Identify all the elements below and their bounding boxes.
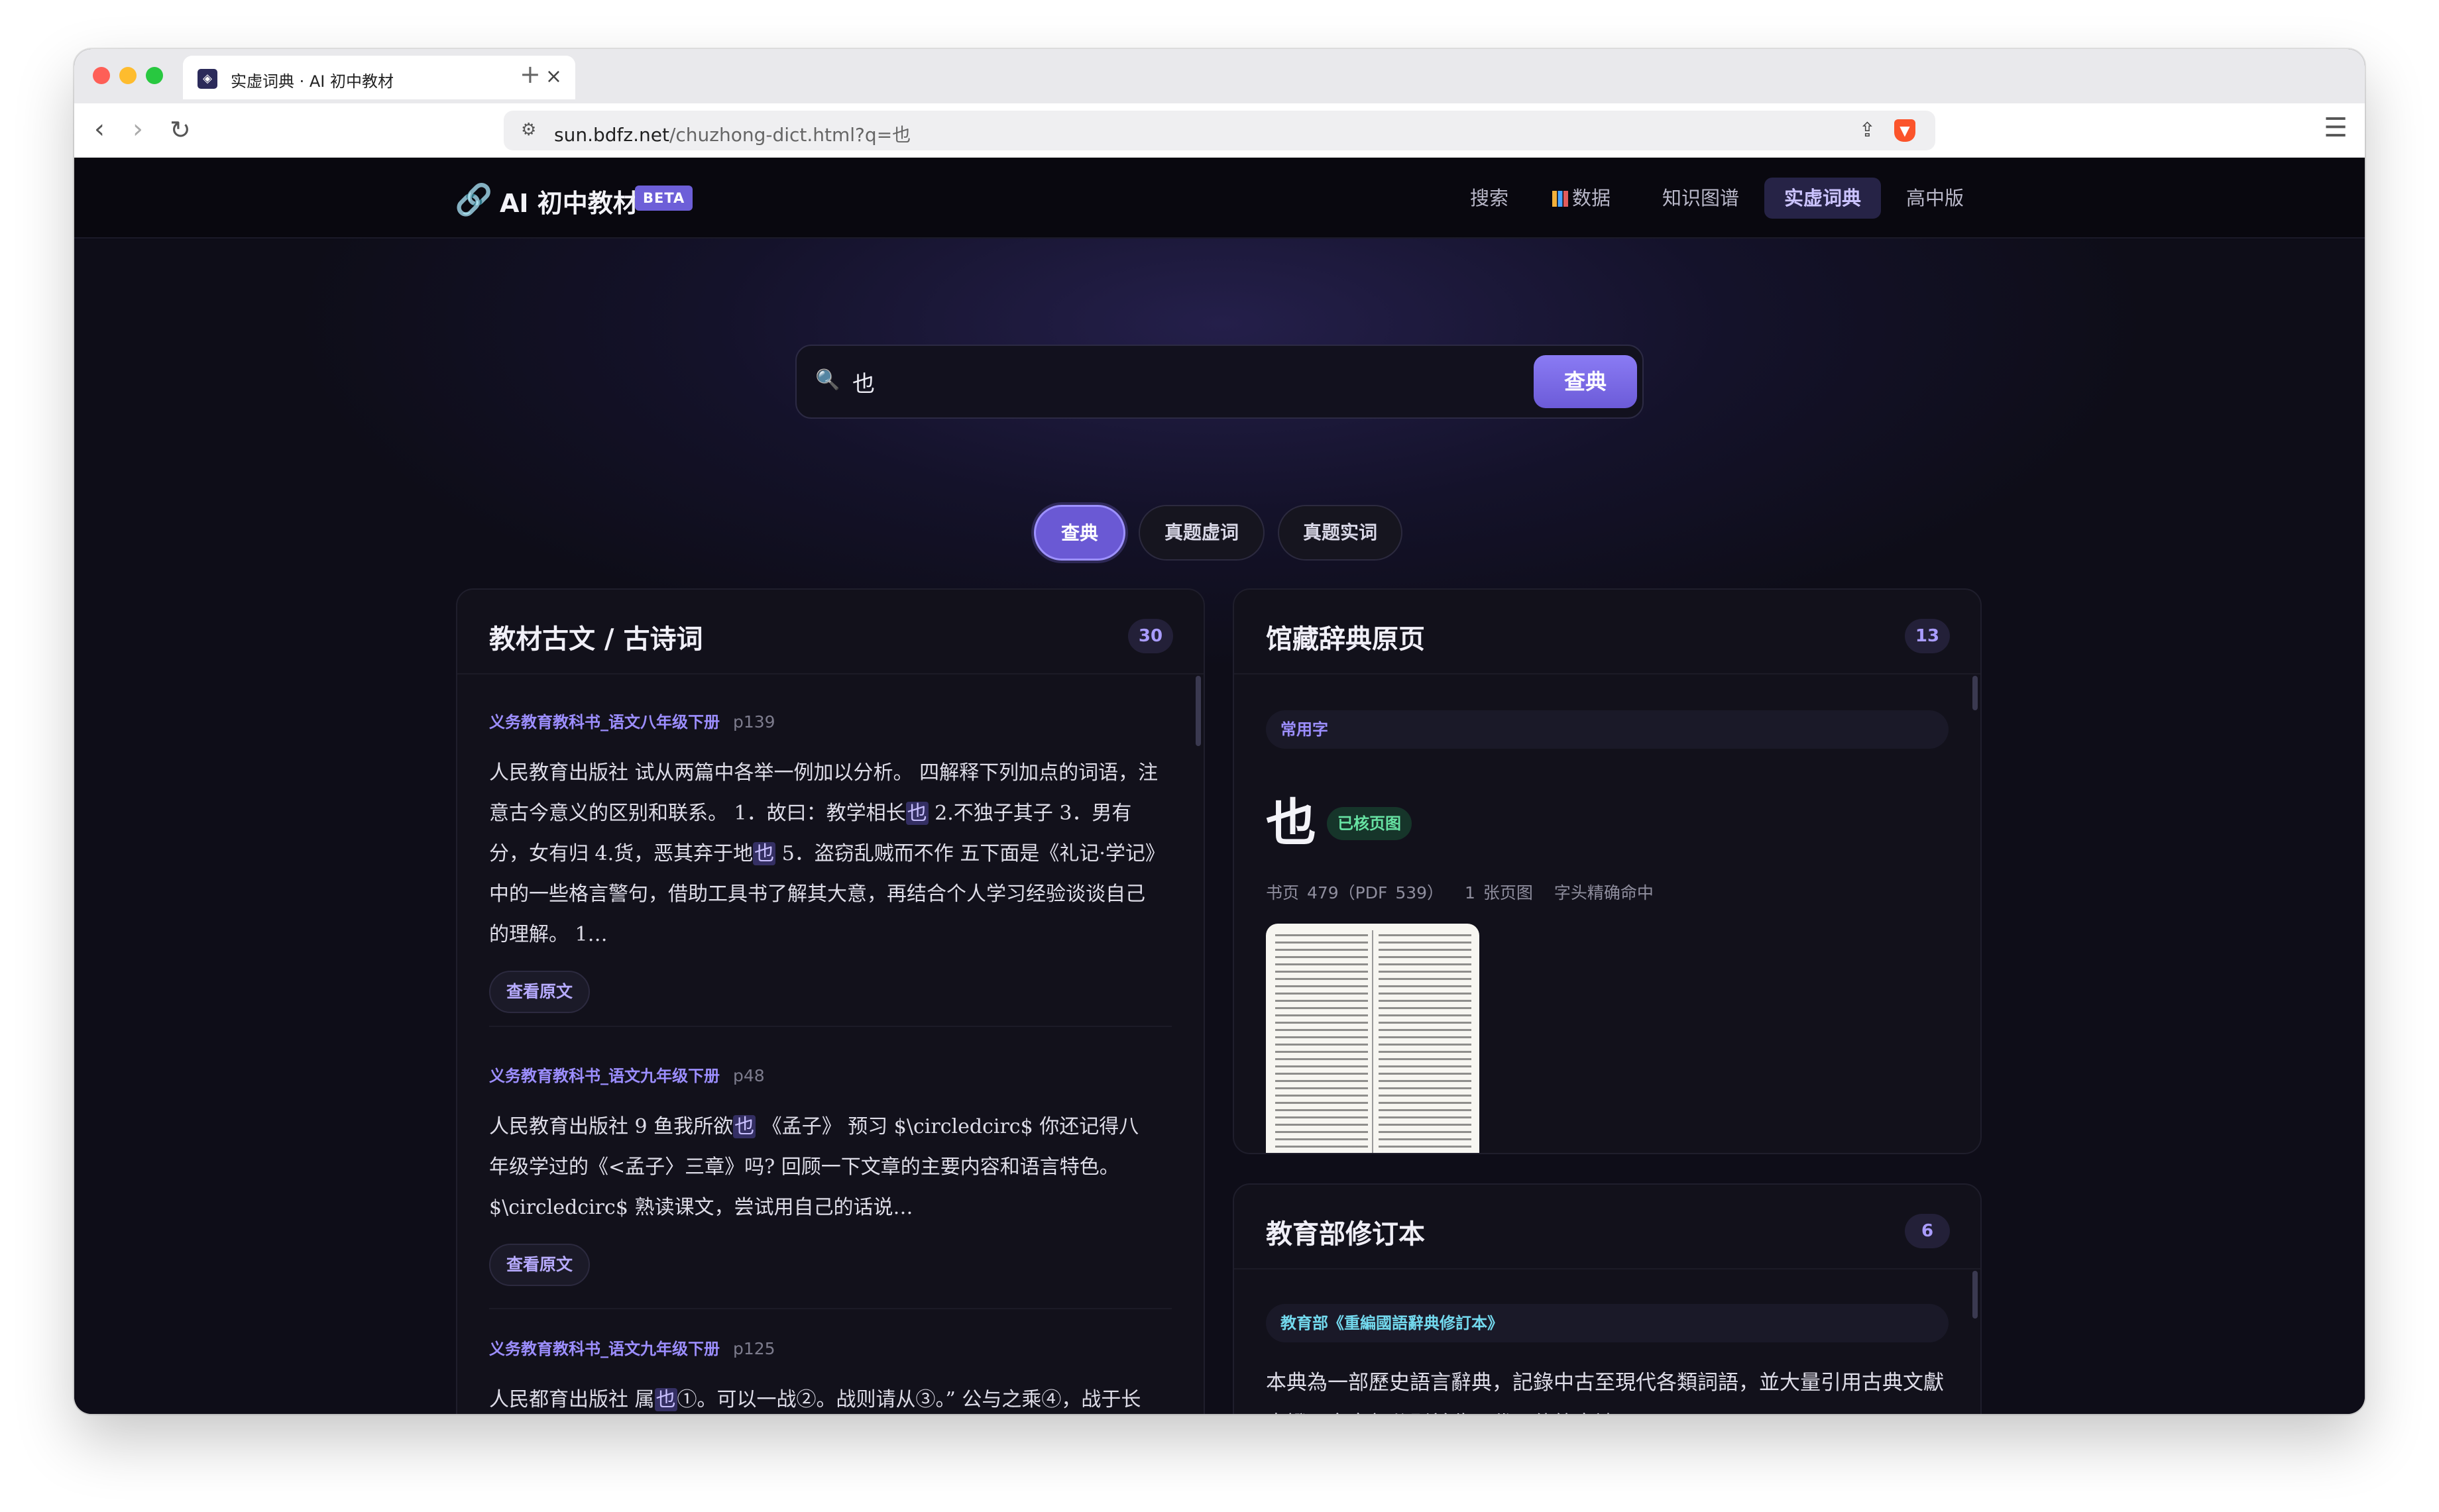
lookup-button[interactable]: 查典 bbox=[1534, 355, 1637, 408]
url-path: /chuzhong-dict.html?q=也 bbox=[669, 124, 911, 146]
tab-title: 实虚词典 · AI 初中教材 bbox=[231, 72, 394, 91]
divider bbox=[489, 1308, 1172, 1309]
favicon-icon: ◈ bbox=[198, 69, 217, 89]
brand-name[interactable]: AI 初中教材 bbox=[500, 183, 638, 219]
entry-source[interactable]: 义务教育教科书_语文九年级下册 bbox=[489, 1340, 720, 1358]
tab-lookup[interactable]: 查典 bbox=[1034, 505, 1125, 561]
source-tag: 教育部《重編國語辭典修訂本》 bbox=[1266, 1304, 1949, 1342]
highlight: 也 bbox=[753, 842, 776, 865]
entry-meta: 义务教育教科书_语文九年级下册 p125 bbox=[489, 1336, 1159, 1362]
count-badge: 30 bbox=[1128, 619, 1173, 653]
view-original-button[interactable]: 查看原文 bbox=[489, 971, 591, 1013]
list-item: 义务教育教科书_语文八年级下册 p139 人民教育出版社 试从两篇中各举一例加以分… bbox=[489, 709, 1159, 1013]
nav-high-school[interactable]: 高中版 bbox=[1906, 178, 1964, 219]
back-icon[interactable]: ‹ bbox=[94, 114, 105, 144]
nav-search[interactable]: 搜索 bbox=[1470, 178, 1508, 219]
scrollbar[interactable] bbox=[1972, 1271, 1978, 1319]
browser-tab[interactable]: ◈ 实虚词典 · AI 初中教材 × bbox=[183, 56, 575, 99]
reload-icon[interactable]: ↻ bbox=[170, 115, 191, 144]
nav-data-label: 数据 bbox=[1572, 187, 1611, 209]
textbook-panel: 教材古文 / 古诗词 30 义务教育教科书_语文八年级下册 p139 人民教育出版… bbox=[456, 588, 1205, 1414]
scan-column bbox=[1275, 934, 1368, 1153]
panel-header: 教育部修订本 6 bbox=[1234, 1185, 1980, 1269]
entry-text: 人民教育出版社 9 鱼我所欲也 《孟子》 预习 $\circledcirc$ 你… bbox=[489, 1107, 1159, 1228]
scrollbar[interactable] bbox=[1972, 676, 1978, 710]
list-item: 义务教育教科书_语文九年级下册 p48 人民教育出版社 9 鱼我所欲也 《孟子》 … bbox=[489, 1063, 1159, 1286]
tab-bar: ◈ 实虚词典 · AI 初中教材 × + bbox=[74, 49, 2365, 103]
search-box: 🔍 查典 bbox=[795, 345, 1644, 419]
category-tag: 常用字 bbox=[1266, 710, 1949, 749]
close-tab-icon[interactable]: × bbox=[545, 65, 562, 88]
moe-description: 本典為一部歷史語言辭典，記錄中古至現代各類詞語，並大量引用古典文獻書證，字音部分… bbox=[1266, 1371, 1944, 1414]
divider bbox=[489, 1026, 1172, 1027]
panel-header: 馆藏辞典原页 13 bbox=[1234, 590, 1980, 675]
search-input[interactable] bbox=[852, 363, 1548, 400]
page-content: 🔗 AI 初中教材 BETA 搜索 数据 知识图谱 实虚词典 高中版 🔍 查典 … bbox=[74, 158, 2365, 1414]
image-count: 1 张页图 bbox=[1465, 883, 1533, 902]
browser-window: ◈ 实虚词典 · AI 初中教材 × + ‹ › ↻ ⚙ sun.bdfz.ne… bbox=[74, 49, 2365, 1414]
match-status: 字头精确命中 bbox=[1554, 883, 1654, 902]
count-badge: 6 bbox=[1905, 1214, 1950, 1248]
tab-exam-content-words[interactable]: 真题实词 bbox=[1278, 505, 1402, 561]
page-scan-thumbnail[interactable] bbox=[1266, 924, 1479, 1153]
nav-knowledge-graph[interactable]: 知识图谱 bbox=[1662, 178, 1739, 219]
verified-badge: 已核页图 bbox=[1327, 807, 1412, 840]
panel-title: 教材古文 / 古诗词 bbox=[489, 623, 703, 655]
site-header: 🔗 AI 初中教材 BETA 搜索 数据 知识图谱 实虚词典 高中版 bbox=[74, 158, 2365, 239]
book-page: 书页 479（PDF 539） bbox=[1266, 883, 1444, 902]
brave-shield-icon[interactable]: ▼ bbox=[1894, 119, 1915, 142]
address-bar[interactable]: ⚙ sun.bdfz.net/chuzhong-dict.html?q=也 ⇪ … bbox=[504, 111, 1935, 150]
panel-title: 教育部修订本 bbox=[1266, 1218, 1425, 1250]
entry-page: p139 bbox=[733, 712, 775, 731]
minimize-window-button[interactable] bbox=[119, 67, 137, 84]
browser-toolbar: ‹ › ↻ ⚙ sun.bdfz.net/chuzhong-dict.html?… bbox=[74, 103, 2365, 158]
share-icon[interactable]: ⇪ bbox=[1859, 119, 1876, 142]
url-text: sun.bdfz.net/chuzhong-dict.html?q=也 bbox=[554, 121, 911, 147]
highlight: 也 bbox=[733, 1115, 756, 1138]
site-settings-icon[interactable]: ⚙ bbox=[521, 120, 536, 140]
nav-data[interactable]: 数据 bbox=[1552, 178, 1611, 219]
entry-source[interactable]: 义务教育教科书_语文八年级下册 bbox=[489, 713, 720, 731]
count-badge: 13 bbox=[1905, 619, 1950, 653]
entry-text-part: 人民都育出版社 属 bbox=[489, 1388, 655, 1411]
view-original-button[interactable]: 查看原文 bbox=[489, 1244, 591, 1286]
scan-column bbox=[1379, 934, 1471, 1153]
url-domain: sun.bdfz.net bbox=[554, 124, 669, 146]
new-tab-button[interactable]: + bbox=[520, 60, 541, 89]
highlight: 也 bbox=[654, 1388, 677, 1411]
list-item: 义务教育教科书_语文九年级下册 p125 人民都育出版社 属也①。可以一战②。战则… bbox=[489, 1336, 1159, 1414]
dictionary-scan-panel: 馆藏辞典原页 13 常用字 也 已核页图 书页 479（PDF 539） 1 张页… bbox=[1233, 588, 1982, 1154]
panel-title: 馆藏辞典原页 bbox=[1266, 623, 1425, 655]
link-icon: 🔗 bbox=[455, 182, 493, 217]
scan-meta: 书页 479（PDF 539） 1 张页图 字头精确命中 bbox=[1266, 880, 1675, 904]
entry-page: p125 bbox=[733, 1339, 775, 1358]
search-icon: 🔍 bbox=[815, 368, 840, 392]
nav-dict[interactable]: 实虚词典 bbox=[1764, 178, 1881, 219]
highlight: 也 bbox=[905, 802, 929, 825]
entry-meta: 义务教育教科书_语文九年级下册 p48 bbox=[489, 1063, 1159, 1089]
entry-text: 人民都育出版社 属也①。可以一战②。战则请从③。” 公与之乘④，战于长勺。公将鼓… bbox=[489, 1379, 1159, 1414]
scrollbar[interactable] bbox=[1196, 676, 1201, 746]
entry-page: p48 bbox=[733, 1066, 765, 1085]
entry-text-part: 人民教育出版社 9 鱼我所欲 bbox=[489, 1115, 734, 1138]
headword: 也 bbox=[1266, 793, 1316, 852]
moe-dictionary-panel: 教育部修订本 6 教育部《重編國語辭典修訂本》 本典為一部歷史語言辭典，記錄中古… bbox=[1233, 1183, 1982, 1414]
entry-meta: 义务教育教科书_语文八年级下册 p139 bbox=[489, 709, 1159, 735]
forward-icon[interactable]: › bbox=[133, 114, 143, 144]
entry-text: 人民教育出版社 试从两篇中各举一例加以分析。 四解释下列加点的词语，注意古今意义… bbox=[489, 753, 1159, 955]
beta-badge: BETA bbox=[635, 186, 693, 211]
tab-exam-function-words[interactable]: 真题虚词 bbox=[1139, 505, 1265, 561]
scan-separator bbox=[1372, 930, 1373, 1153]
zoom-window-button[interactable] bbox=[146, 67, 163, 84]
close-window-button[interactable] bbox=[93, 67, 110, 84]
bar-chart-icon bbox=[1552, 191, 1568, 207]
menu-icon[interactable]: ☰ bbox=[2324, 113, 2348, 143]
entry-source[interactable]: 义务教育教科书_语文九年级下册 bbox=[489, 1067, 720, 1085]
panel-header: 教材古文 / 古诗词 30 bbox=[457, 590, 1204, 675]
